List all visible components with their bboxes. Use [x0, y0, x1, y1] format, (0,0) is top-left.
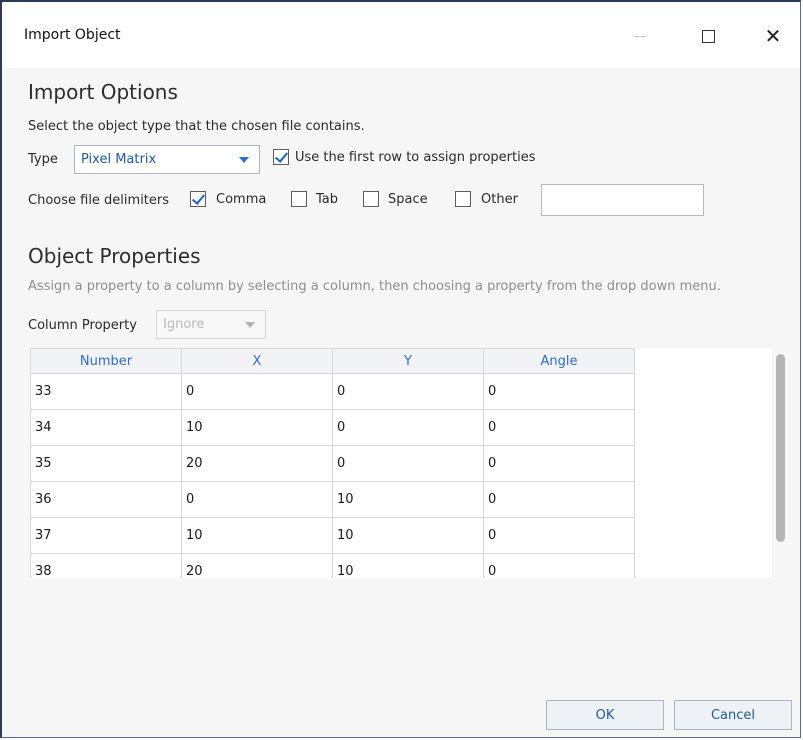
table-cell[interactable]: 0: [483, 553, 635, 578]
table-cell[interactable]: 36: [30, 481, 182, 518]
table-cell[interactable]: 0: [483, 445, 635, 482]
table-cell[interactable]: 0: [332, 409, 484, 446]
table-cell[interactable]: 10: [181, 409, 333, 446]
delimiters-label: Choose file delimiters: [28, 193, 170, 208]
comma-label: Comma: [216, 192, 267, 207]
minimize-icon[interactable]: [617, 16, 663, 56]
type-select-value: Pixel Matrix: [81, 152, 157, 167]
comma-checkbox[interactable]: [190, 191, 206, 207]
table-cell[interactable]: 10: [332, 553, 484, 578]
other-delimiter-input[interactable]: [541, 184, 704, 216]
table-row[interactable]: 37 10 10 0: [30, 517, 635, 554]
table-cell[interactable]: 10: [181, 517, 333, 554]
table-cell[interactable]: 20: [181, 553, 333, 578]
table-row[interactable]: 38 20 10 0: [30, 553, 635, 578]
table-cell[interactable]: 35: [30, 445, 182, 482]
data-table: Number X Y Angle 33 0 0 0 34 10 0 0 35 2…: [30, 348, 635, 578]
table-row[interactable]: 34 10 0 0: [30, 409, 635, 446]
table-cell[interactable]: 33: [30, 373, 182, 410]
type-select[interactable]: Pixel Matrix: [74, 145, 260, 174]
table-cell[interactable]: 20: [181, 445, 333, 482]
column-property-label: Column Property: [28, 318, 137, 333]
chevron-down-icon: [245, 321, 255, 328]
checkmark-icon: [191, 191, 206, 205]
column-header-y[interactable]: Y: [332, 348, 484, 374]
checkmark-icon: [274, 149, 289, 163]
import-object-dialog: Import Object ✕ Import Options Select th…: [0, 0, 801, 738]
column-property-select[interactable]: Ignore: [156, 310, 266, 339]
vertical-scrollbar[interactable]: [772, 348, 790, 578]
close-icon[interactable]: ✕: [750, 16, 796, 56]
table-cell[interactable]: 0: [181, 481, 333, 518]
table-row[interactable]: 33 0 0 0: [30, 373, 635, 410]
title-bar: Import Object ✕: [2, 2, 800, 68]
table-row[interactable]: 35 20 0 0: [30, 445, 635, 482]
import-options-instruction: Select the object type that the chosen f…: [28, 119, 365, 134]
column-header-x[interactable]: X: [181, 348, 333, 374]
table-cell[interactable]: 0: [181, 373, 333, 410]
column-property-value: Ignore: [163, 317, 205, 332]
table-cell[interactable]: 34: [30, 409, 182, 446]
cancel-button[interactable]: Cancel: [674, 700, 792, 730]
table-row[interactable]: 36 0 10 0: [30, 481, 635, 518]
import-options-heading: Import Options: [28, 80, 178, 104]
table-cell[interactable]: 38: [30, 553, 182, 578]
scrollbar-thumb[interactable]: [776, 354, 785, 542]
tab-checkbox[interactable]: [291, 191, 307, 207]
data-grid[interactable]: Number X Y Angle 33 0 0 0 34 10 0 0 35 2…: [30, 348, 790, 578]
table-cell[interactable]: 0: [483, 373, 635, 410]
table-header-row: Number X Y Angle: [30, 348, 635, 374]
table-cell[interactable]: 0: [332, 373, 484, 410]
use-first-row-label: Use the first row to assign properties: [295, 150, 536, 165]
column-header-number[interactable]: Number: [30, 348, 182, 374]
table-cell[interactable]: 0: [332, 445, 484, 482]
chevron-down-icon: [239, 156, 249, 163]
table-cell[interactable]: 10: [332, 481, 484, 518]
object-properties-heading: Object Properties: [28, 244, 201, 268]
table-cell[interactable]: 0: [483, 409, 635, 446]
table-cell[interactable]: 37: [30, 517, 182, 554]
column-header-angle[interactable]: Angle: [483, 348, 635, 374]
tab-label: Tab: [316, 192, 339, 207]
table-cell[interactable]: 10: [332, 517, 484, 554]
window-title: Import Object: [24, 27, 121, 43]
table-cell[interactable]: 0: [483, 517, 635, 554]
space-checkbox[interactable]: [363, 191, 379, 207]
table-cell[interactable]: 0: [483, 481, 635, 518]
maximize-icon[interactable]: [685, 16, 731, 56]
other-checkbox[interactable]: [455, 191, 471, 207]
space-label: Space: [388, 192, 428, 207]
use-first-row-checkbox[interactable]: [273, 149, 289, 165]
type-label: Type: [28, 152, 58, 167]
ok-button[interactable]: OK: [546, 700, 664, 730]
object-properties-instruction: Assign a property to a column by selecti…: [28, 279, 721, 294]
other-label: Other: [481, 192, 518, 207]
